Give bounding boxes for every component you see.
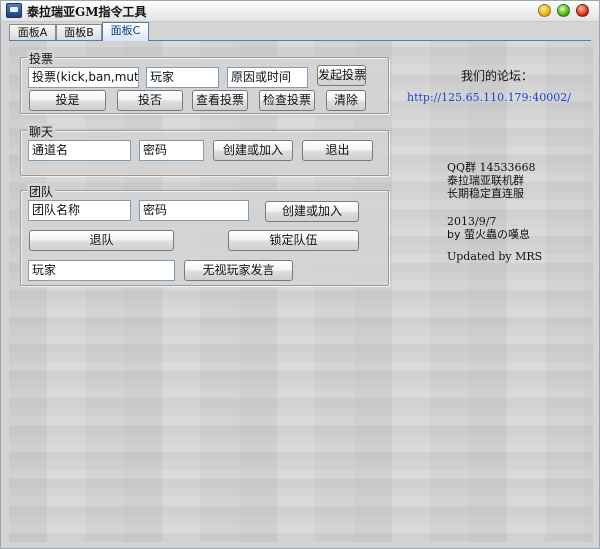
vote-player-field[interactable]: 玩家 — [146, 67, 219, 88]
app-icon — [6, 3, 22, 18]
vote-yes-button[interactable]: 投是 — [29, 90, 106, 111]
team-group: 团队 团队名称 密码 创建或加入 退队 锁定队伍 玩家 无视玩家发言 — [20, 183, 389, 286]
maximize-button[interactable] — [557, 4, 570, 17]
vote-reason-field[interactable]: 原因或时间 — [227, 67, 308, 88]
chat-exit-button[interactable]: 退出 — [302, 140, 373, 161]
qq-group-text: QQ群 14533668 — [447, 161, 536, 174]
tab-panel-c[interactable]: 面板C — [102, 22, 149, 41]
app-window: 泰拉瑞亚GM指令工具 面板A 面板B 面板C 投票 投票(kick,ban,mu… — [0, 0, 600, 549]
minimize-button[interactable] — [538, 4, 551, 17]
server-desc-text: 长期稳定直连服 — [447, 187, 524, 200]
team-name-field[interactable]: 团队名称 — [28, 200, 131, 221]
forum-label: 我们的论坛： — [461, 69, 534, 83]
view-vote-button[interactable]: 查看投票 — [192, 90, 248, 111]
lock-team-button[interactable]: 锁定队伍 — [228, 230, 359, 251]
chat-password-field[interactable]: 密码 — [139, 140, 204, 161]
ignore-player-button[interactable]: 无视玩家发言 — [184, 260, 293, 281]
team-create-join-button[interactable]: 创建或加入 — [265, 201, 359, 222]
vote-group: 投票 投票(kick,ban,mute, 玩家 原因或时间 发起投票 投是 投否… — [20, 50, 389, 114]
group-name-text: 泰拉瑞亚联机群 — [447, 174, 524, 187]
updated-by-text: Updated by MRS — [447, 250, 543, 263]
forum-link[interactable]: http://125.65.110.179:40002/ — [407, 91, 571, 104]
clear-button[interactable]: 清除 — [326, 90, 366, 111]
author-text: by 萤火蟲の嘆息 — [447, 228, 530, 241]
team-group-title: 团队 — [27, 183, 56, 200]
window-title: 泰拉瑞亚GM指令工具 — [27, 5, 147, 19]
check-vote-button[interactable]: 检查投票 — [259, 90, 315, 111]
info-credits: 2013/9/7 by 萤火蟲の嘆息 — [447, 215, 530, 241]
panel-content: 投票 投票(kick,ban,mute, 玩家 原因或时间 发起投票 投是 投否… — [9, 41, 593, 542]
vote-no-button[interactable]: 投否 — [117, 90, 183, 111]
channel-name-field[interactable]: 通道名 — [28, 140, 131, 161]
date-text: 2013/9/7 — [447, 215, 497, 228]
chat-group-title: 聊天 — [27, 123, 56, 140]
title-bar[interactable]: 泰拉瑞亚GM指令工具 — [1, 1, 599, 22]
vote-type-field[interactable]: 投票(kick,ban,mute, — [28, 67, 139, 88]
tab-panel-b[interactable]: 面板B — [56, 24, 102, 40]
team-player-field[interactable]: 玩家 — [28, 260, 175, 281]
info-contact: QQ群 14533668 泰拉瑞亚联机群 长期稳定直连服 — [447, 161, 536, 200]
team-password-field[interactable]: 密码 — [139, 200, 249, 221]
start-vote-button[interactable]: 发起投票 — [317, 65, 366, 86]
chat-group: 聊天 通道名 密码 创建或加入 退出 — [20, 123, 389, 176]
close-button[interactable] — [576, 4, 589, 17]
chat-create-join-button[interactable]: 创建或加入 — [213, 140, 293, 161]
leave-team-button[interactable]: 退队 — [29, 230, 174, 251]
vote-group-title: 投票 — [27, 50, 56, 67]
tab-panel-a[interactable]: 面板A — [9, 24, 56, 40]
